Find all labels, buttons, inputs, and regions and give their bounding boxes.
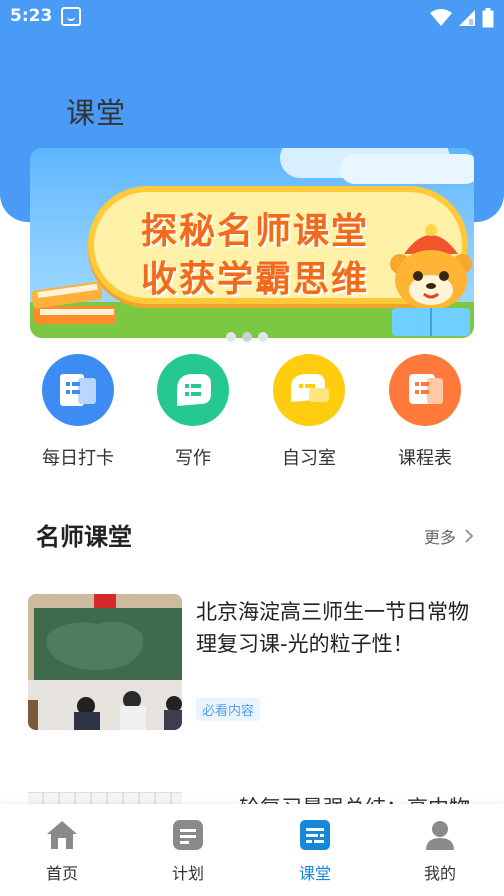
cloud-decoration [340, 154, 474, 184]
chat-icon [291, 374, 329, 402]
classroom-icon [300, 820, 330, 850]
quick-action-label: 自习室 [282, 448, 336, 469]
quick-action-label: 课程表 [398, 448, 452, 469]
chevron-right-icon [465, 529, 474, 543]
quick-action-circle [157, 354, 229, 426]
promo-banner[interactable]: 探秘名师课堂 收获学霸思维 [30, 148, 474, 338]
quick-action-circle [273, 354, 345, 426]
tab-plan[interactable]: 计划 [148, 818, 228, 884]
wifi-icon [430, 9, 452, 26]
tab-home[interactable]: 首页 [22, 818, 102, 884]
notification-app-icon [61, 7, 81, 26]
tab-mine[interactable]: 我的 [400, 818, 480, 884]
page-title: 课堂 [66, 96, 127, 130]
banner-headline-2: 收获学霸思维 [140, 259, 369, 300]
tab-label: 我的 [423, 864, 456, 883]
section-title: 名师课堂 [36, 523, 132, 551]
classroom-photo [28, 594, 182, 730]
quick-action-circle [389, 354, 461, 426]
more-link-label: 更多 [423, 528, 456, 547]
quick-action-daily-checkin[interactable]: 每日打卡 [28, 354, 128, 470]
banner-headline-1: 探秘名师课堂 [140, 211, 369, 252]
status-bar: 5:23 [0, 0, 504, 34]
user-icon [426, 821, 454, 850]
tab-label: 课堂 [298, 864, 331, 883]
signal-icon [459, 10, 475, 26]
chat-icon [177, 374, 211, 406]
books-icon [31, 281, 116, 324]
status-icons [430, 8, 494, 28]
quick-action-circle [42, 354, 114, 426]
bottom-tab-bar: 首页 计划 课堂 我的 [0, 804, 504, 896]
quick-action-label: 写作 [175, 448, 211, 469]
book-icon [60, 374, 96, 406]
tab-classroom[interactable]: 课堂 [275, 818, 355, 884]
quick-action-timetable[interactable]: 课程表 [375, 354, 475, 470]
plan-icon [173, 820, 203, 850]
status-time: 5:23 [10, 6, 53, 26]
lesson-tag: 必看内容 [196, 698, 261, 721]
pagination-dot-active[interactable] [242, 332, 252, 342]
more-link[interactable]: 更多 [424, 524, 474, 548]
battery-icon [482, 8, 494, 28]
tab-label: 首页 [45, 864, 78, 883]
quick-action-study-room[interactable]: 自习室 [259, 354, 359, 470]
lesson-thumbnail[interactable] [28, 594, 182, 730]
pagination-dot[interactable] [226, 332, 236, 342]
quick-action-writing[interactable]: 写作 [143, 354, 243, 470]
pagination-dot[interactable] [258, 332, 268, 342]
notes-icon [409, 374, 443, 404]
lesson-title[interactable]: 北京海淀高三师生一节日常物理复习课-光的粒子性！ [196, 596, 476, 660]
quick-action-label: 每日打卡 [42, 448, 114, 469]
tab-label: 计划 [171, 864, 204, 883]
banner-pagination [226, 332, 268, 342]
home-icon [47, 821, 77, 849]
tiger-mascot-icon [390, 224, 472, 336]
